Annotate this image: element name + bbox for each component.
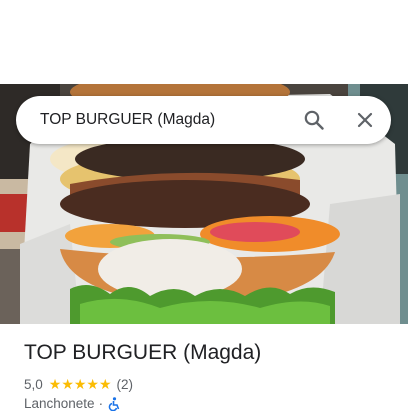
review-count[interactable]: (2): [117, 377, 134, 392]
rating-row[interactable]: 5,0 ★★★★★ (2): [24, 376, 133, 393]
category-row: Lanchonete ·: [24, 396, 120, 411]
search-icon[interactable]: [302, 108, 326, 132]
wheelchair-icon: [108, 396, 120, 411]
map-area-blank: [0, 0, 408, 84]
close-icon[interactable]: [353, 108, 377, 132]
rating-value: 5,0: [24, 377, 43, 392]
search-bar[interactable]: TOP BURGUER (Magda): [16, 96, 391, 144]
search-input[interactable]: TOP BURGUER (Magda): [40, 96, 215, 144]
place-category: Lanchonete: [24, 396, 95, 411]
place-info-panel[interactable]: TOP BURGUER (Magda) 5,0 ★★★★★ (2) Lancho…: [0, 324, 408, 411]
place-title: TOP BURGUER (Magda): [24, 341, 262, 364]
separator: ·: [98, 396, 104, 411]
star-rating-icon: ★★★★★: [48, 376, 112, 392]
